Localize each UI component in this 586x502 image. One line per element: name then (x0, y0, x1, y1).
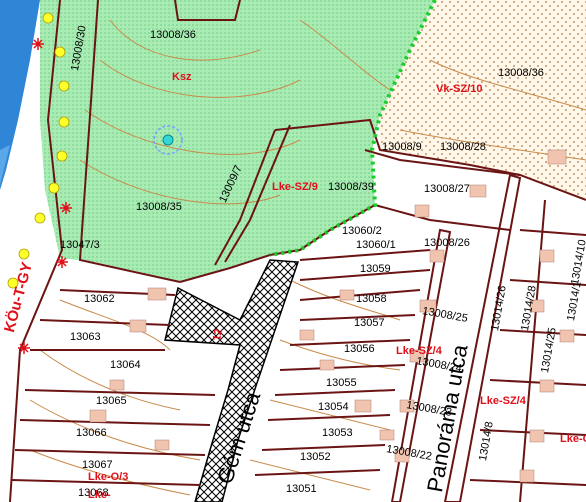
parcel-label: 13067 (82, 459, 113, 471)
parcel-label: 13056 (344, 343, 375, 355)
parcel-label: 13054 (318, 401, 349, 413)
zone-label: Lke- (88, 489, 111, 501)
zone-label: Lke-SZ/4 (396, 345, 442, 357)
parcel-label: 13008/26 (424, 237, 470, 249)
map-canvas[interactable]: 13008/36 13008/30 13008/36 13008/35 1300… (0, 0, 586, 502)
parcel-label: 13055 (326, 377, 357, 389)
road-marker: 12 (211, 327, 225, 342)
parcel-label: 13008/28 (440, 141, 486, 153)
parcel-label: 13063 (70, 331, 101, 343)
parcel-label: 13059 (360, 263, 391, 275)
parcel-label: 13008/39 (328, 181, 374, 193)
parcel-label: 13057 (354, 317, 385, 329)
zone-label: Vk-SZ/10 (436, 83, 483, 95)
parcel-label: 13008/36 (498, 67, 544, 79)
parcel-label: 13052 (300, 451, 331, 463)
parcel-label: 13065 (96, 395, 127, 407)
well-marker (162, 134, 174, 146)
zone-label: Lke-SZ/4 (480, 395, 526, 407)
parcel-label: 13058 (356, 293, 387, 305)
zone-label: Ksz (172, 71, 192, 83)
parcel-label: 13062 (84, 293, 115, 305)
parcel-label: 13008/36 (150, 29, 196, 41)
water-area (0, 0, 40, 190)
parcel-label: 13060/1 (356, 239, 396, 251)
parcel-label: 13064 (110, 359, 141, 371)
zone-label: Lke-O/3 (88, 471, 129, 483)
parcel-label: 13008/27 (424, 183, 470, 195)
parcel-label: 13060/2 (342, 225, 382, 237)
zone-label: Lke-O (560, 433, 586, 445)
parcel-label: 13053 (322, 427, 353, 439)
parcel-label: 13047/3 (60, 239, 100, 251)
parcel-label: 13008/9 (382, 141, 422, 153)
parcel-label: 13008/35 (136, 201, 182, 213)
parcel-label: 13051 (286, 483, 317, 495)
parcel-label: 13066 (76, 427, 107, 439)
zone-label: Lke-SZ/9 (272, 181, 318, 193)
